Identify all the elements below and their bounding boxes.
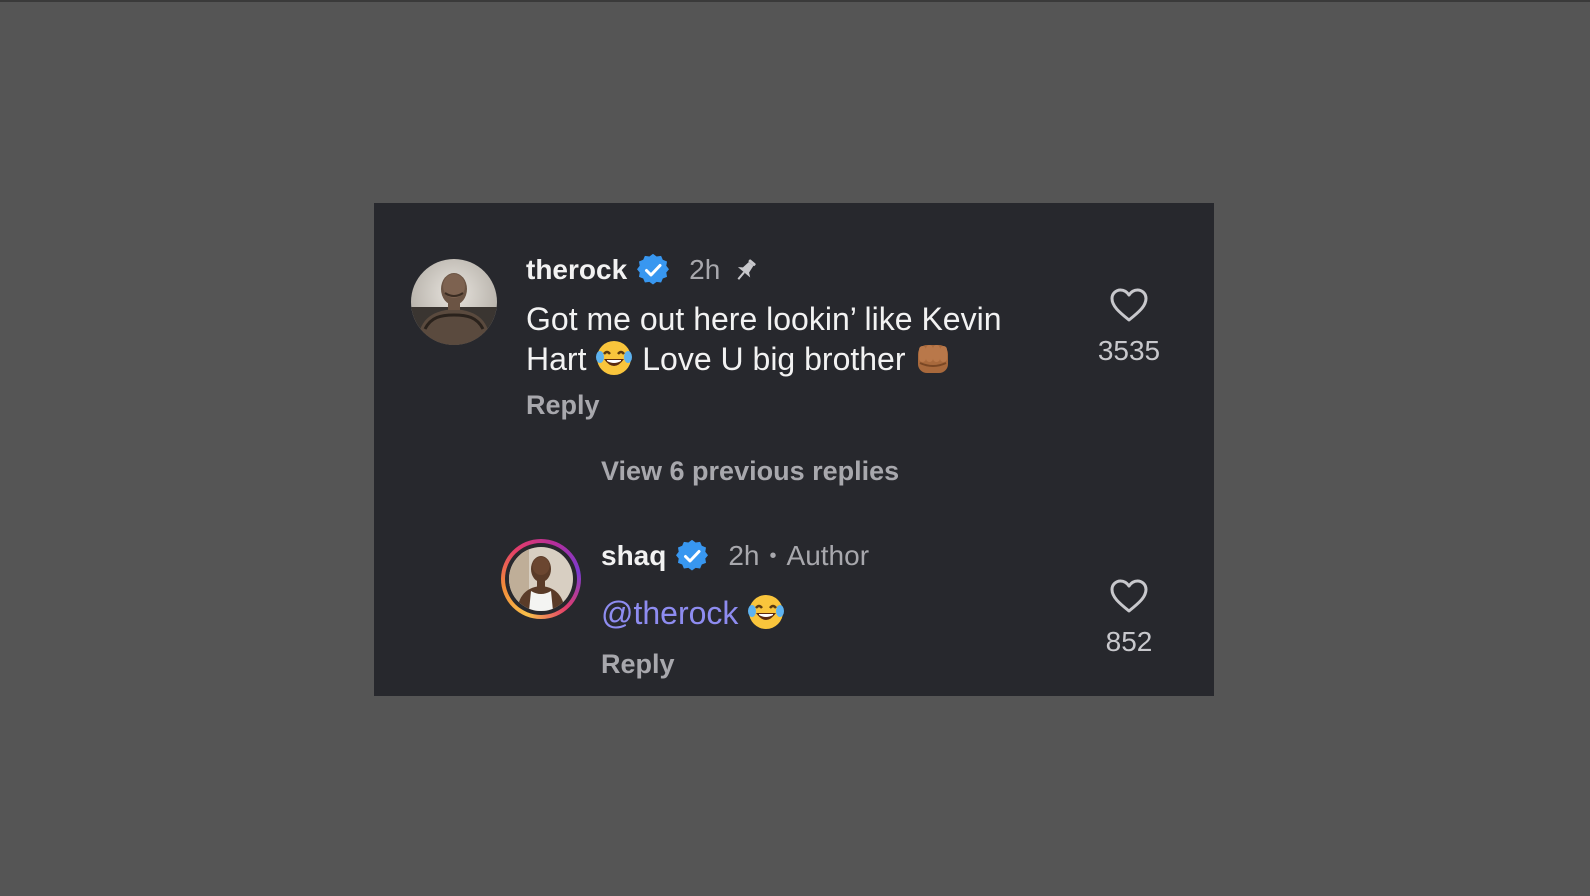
comment-body-therock: Got me out here lookin’ like Kevin Hart … [526,300,1002,379]
comment-line-2-part-a: Hart [526,341,587,377]
oncoming-fist-emoji [918,345,949,373]
comment-line-2-part-b: Love U big brother [642,341,906,377]
avatar-shaq-image [509,547,573,611]
like-block-therock: 3535 [1079,287,1179,367]
like-block-shaq: 852 [1079,578,1179,658]
pin-icon [737,259,757,280]
comment-header-therock: therock 2h [526,253,760,287]
comment-header-shaq: shaq 2h • Author [601,539,869,573]
like-count-therock: 3535 [1097,335,1161,366]
username-shaq[interactable]: shaq [601,540,666,572]
avatar-ring-gap [505,543,577,615]
username-therock[interactable]: therock [526,254,627,286]
face-with-tears-of-joy-emoji [596,341,633,375]
comment-line-2: Hart Love U big brother [526,339,1002,379]
like-count-shaq: 852 [1105,626,1153,657]
avatar-therock[interactable] [411,259,497,345]
view-previous-replies-button[interactable]: View 6 previous replies [601,456,899,487]
reply-button-therock[interactable]: Reply [526,390,600,421]
face-with-tears-of-joy-emoji [748,595,785,629]
heart-outline-icon[interactable] [1109,578,1149,614]
separator-dot: • [769,544,777,567]
comment-body-shaq: @therock [601,593,785,633]
reply-button-shaq[interactable]: Reply [601,649,675,680]
comment-line-1: Got me out here lookin’ like Kevin [526,301,1002,337]
comment-time-shaq: 2h [728,540,760,571]
avatar-therock-image [411,259,497,345]
comment-time-therock: 2h [689,254,721,285]
mention-therock[interactable]: @therock [601,595,738,631]
verified-badge-icon [676,540,709,571]
comment-thread-card: therock 2h Got me out here lookin’ like … [374,203,1214,696]
author-label: Author [786,540,870,571]
avatar-shaq [509,547,573,611]
verified-badge-icon [637,254,670,285]
avatar-shaq-story-ring[interactable] [501,539,581,619]
heart-outline-icon[interactable] [1109,287,1149,323]
